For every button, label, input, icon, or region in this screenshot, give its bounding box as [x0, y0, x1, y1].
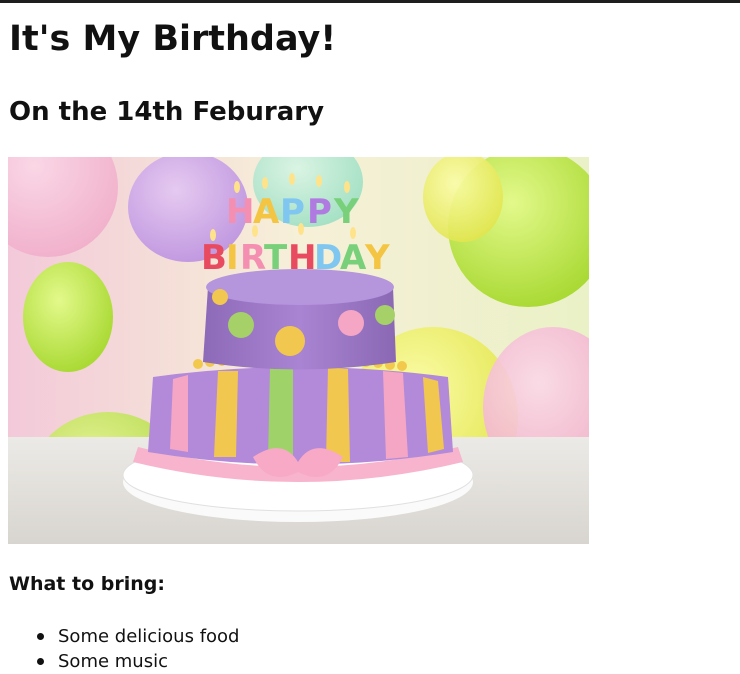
svg-text:A: A: [340, 238, 367, 278]
bullet-icon: [37, 633, 44, 640]
svg-text:I: I: [226, 238, 239, 278]
page-title: It's My Birthday!: [9, 19, 337, 59]
svg-text:D: D: [314, 238, 342, 278]
bring-heading: What to bring:: [9, 573, 165, 595]
svg-text:Y: Y: [364, 238, 390, 278]
svg-text:H: H: [226, 192, 254, 232]
list-item: Some delicious food: [9, 624, 239, 649]
list-item-label: Some music: [58, 651, 168, 672]
bring-list: Some delicious food Some music: [9, 624, 239, 674]
svg-text:P: P: [307, 192, 332, 232]
bullet-icon: [37, 658, 44, 665]
svg-text:B: B: [201, 238, 227, 278]
svg-text:T: T: [264, 238, 288, 278]
svg-text:R: R: [240, 238, 266, 278]
page-subtitle: On the 14th Feburary: [9, 97, 325, 127]
list-item: Some music: [9, 649, 239, 674]
top-border: [0, 0, 740, 3]
svg-text:A: A: [253, 192, 280, 232]
svg-text:H: H: [288, 238, 316, 278]
svg-text:Y: Y: [333, 192, 359, 232]
birthday-cake-image: H A P P Y B I R T H D A Y: [8, 157, 589, 544]
list-item-label: Some delicious food: [58, 626, 240, 647]
